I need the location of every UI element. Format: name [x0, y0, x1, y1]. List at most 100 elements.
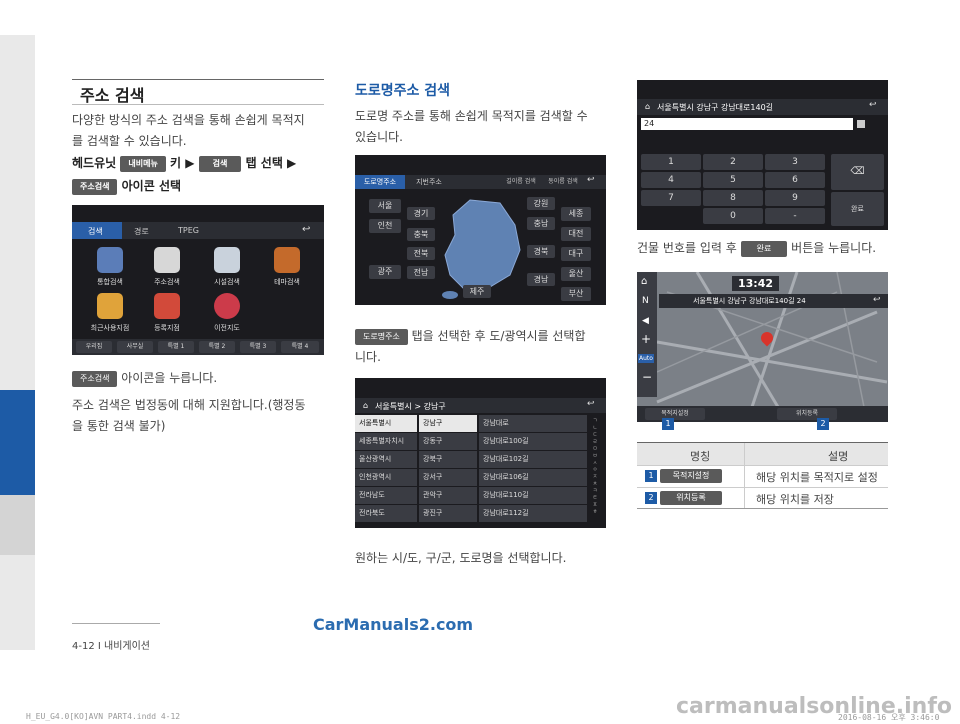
- back-icon-2[interactable]: ↩: [587, 175, 595, 185]
- building-number-input[interactable]: 24: [641, 118, 853, 130]
- region-jeju[interactable]: 제주: [463, 285, 491, 298]
- tab-lot-number[interactable]: 지번주소: [409, 175, 449, 189]
- index-scrollbar[interactable]: ㄱㄴㄷㄹㅁㅂㅅㅇㅈㅊㅋㅌㅍㅎ: [591, 418, 599, 523]
- list-item[interactable]: 강남대로102길: [479, 451, 587, 468]
- region-busan[interactable]: 부산: [561, 287, 591, 301]
- facility-search-icon[interactable]: [214, 247, 240, 273]
- keypad-key[interactable]: 9: [765, 190, 825, 206]
- list-item[interactable]: 관악구: [419, 487, 477, 504]
- address-search-icon[interactable]: [154, 247, 180, 273]
- backspace-key[interactable]: ⌫: [831, 154, 884, 190]
- table-head-name: 명칭: [690, 450, 711, 463]
- roadname-intro: 도로명 주소를 통해 손쉽게 목적지를 검색할 수 있습니다.: [355, 109, 588, 144]
- footer-rule: [72, 623, 160, 624]
- done-key[interactable]: 완료: [831, 192, 884, 226]
- keypad-key[interactable]: 0: [703, 208, 763, 224]
- list-header-path: 서울특별시 > 강남구: [375, 402, 446, 411]
- callout-badge-2: 2: [817, 418, 829, 430]
- zoom-in-icon[interactable]: +: [641, 332, 651, 346]
- keypad-key[interactable]: 7: [641, 190, 701, 206]
- region-incheon[interactable]: 인천: [369, 219, 401, 233]
- list-item[interactable]: 강남대로110길: [479, 487, 587, 504]
- north-up-icon[interactable]: N: [642, 296, 649, 306]
- back-icon-5[interactable]: ↩: [873, 295, 881, 305]
- fav-special3-button[interactable]: 특별 3: [240, 341, 276, 353]
- region-daejeon[interactable]: 대전: [561, 227, 591, 241]
- list-item[interactable]: 강남구: [419, 415, 477, 432]
- region-chungnam[interactable]: 충남: [527, 217, 555, 230]
- keypad-key[interactable]: 5: [703, 172, 763, 188]
- list-item[interactable]: 울산광역시: [355, 451, 417, 468]
- screenshot-region-map: 도로명주소 지번주소 길이름 검색 동이름 검색 ↩ 서울 인천 광주 경기 충…: [355, 155, 606, 305]
- tile-label-integrated: 통합검색: [97, 278, 123, 286]
- region-gyeonggi[interactable]: 경기: [407, 207, 435, 220]
- fav-special1-button[interactable]: 특별 1: [158, 341, 194, 353]
- list-item[interactable]: 전라남도: [355, 487, 417, 504]
- tab-route[interactable]: 경로: [134, 226, 149, 237]
- icon-grid: 통합검색 주소검색 시설검색 테마검색 최근사용지점 등록지점 이전지도: [91, 247, 322, 337]
- list-item[interactable]: 강북구: [419, 451, 477, 468]
- list-item[interactable]: 강동구: [419, 433, 477, 450]
- fav-home-button[interactable]: 우리집: [76, 341, 112, 353]
- region-gyeongnam[interactable]: 경남: [527, 273, 555, 286]
- map-address-text: 서울특별시 강남구 강남대로140길 24: [693, 297, 806, 305]
- list-item[interactable]: 강남대로100길: [479, 433, 587, 450]
- watermark-carmanuals: CarManuals2.com: [313, 615, 474, 634]
- list-item[interactable]: 강남대로112길: [479, 505, 587, 522]
- keypad-key[interactable]: 8: [703, 190, 763, 206]
- region-gyeongbuk[interactable]: 경북: [527, 245, 555, 258]
- tab-street-search[interactable]: 길이름 검색: [501, 175, 541, 189]
- fav-special4-button[interactable]: 특별 4: [281, 341, 319, 353]
- region-ulsan[interactable]: 울산: [561, 267, 591, 281]
- list-item[interactable]: 강남대로106길: [479, 469, 587, 486]
- list-item[interactable]: 서울특별시: [355, 415, 417, 432]
- region-gwangju[interactable]: 광주: [369, 265, 401, 279]
- section-rule-thin: [72, 104, 324, 105]
- list-item[interactable]: 세종특별자치시: [355, 433, 417, 450]
- list-item[interactable]: 인천광역시: [355, 469, 417, 486]
- tile-label-address: 주소검색: [154, 278, 180, 286]
- keypad-key[interactable]: 2: [703, 154, 763, 170]
- region-sejong[interactable]: 세종: [561, 207, 591, 221]
- theme-search-icon[interactable]: [274, 247, 300, 273]
- region-jeonnam[interactable]: 전남: [407, 266, 435, 279]
- region-seoul[interactable]: 서울: [369, 199, 401, 213]
- keypad-key[interactable]: 1: [641, 154, 701, 170]
- back-icon-3[interactable]: ↩: [587, 399, 595, 409]
- back-icon-4[interactable]: ↩: [869, 100, 877, 110]
- list-item[interactable]: 전라북도: [355, 505, 417, 522]
- fav-office-button[interactable]: 사무실: [117, 341, 153, 353]
- list-item[interactable]: 강서구: [419, 469, 477, 486]
- integrated-search-icon[interactable]: [97, 247, 123, 273]
- keypad-key[interactable]: 3: [765, 154, 825, 170]
- zoom-out-icon[interactable]: −: [642, 370, 652, 384]
- region-jeonbuk[interactable]: 전북: [407, 247, 435, 260]
- auto-zoom-toggle[interactable]: Auto: [638, 354, 654, 363]
- left-region-list: 서울 인천 광주: [369, 197, 405, 305]
- keypad-key[interactable]: 4: [641, 172, 701, 188]
- tab-roadname[interactable]: 도로명주소: [355, 175, 405, 189]
- keypad-key[interactable]: -: [765, 208, 825, 224]
- home-icon-3[interactable]: ⌂: [641, 276, 647, 287]
- list-item[interactable]: 강남대로: [479, 415, 587, 432]
- callout-badge-1: 1: [662, 418, 674, 430]
- region-daegu[interactable]: 대구: [561, 247, 591, 261]
- recent-places-icon[interactable]: [97, 293, 123, 319]
- saved-places-icon[interactable]: [154, 293, 180, 319]
- row-chip-register: 위치등록: [660, 491, 722, 505]
- region-chungbuk[interactable]: 충북: [407, 228, 435, 241]
- fav-special2-button[interactable]: 특별 2: [199, 341, 235, 353]
- tab-tpeg[interactable]: TPEG: [178, 226, 199, 235]
- tab-search[interactable]: 검색: [88, 226, 103, 237]
- list-item[interactable]: 광진구: [419, 505, 477, 522]
- volume-icon[interactable]: ◀: [642, 316, 649, 326]
- previous-map-icon[interactable]: [214, 293, 240, 319]
- tab-dong-search[interactable]: 동이름 검색: [543, 175, 583, 189]
- table-head-desc: 설명: [828, 450, 849, 463]
- back-icon[interactable]: ↩: [302, 224, 310, 235]
- keypad-key[interactable]: 6: [765, 172, 825, 188]
- region-gangwon[interactable]: 강원: [527, 197, 555, 210]
- home-icon-2: ⌂: [645, 102, 651, 111]
- screenshot-search-menu: 검색 경로 TPEG ↩ 통합검색 주소검색 시설검색 테마검색 최근사용지점 …: [72, 205, 324, 355]
- set-destination-button[interactable]: 목적지설정: [645, 408, 705, 420]
